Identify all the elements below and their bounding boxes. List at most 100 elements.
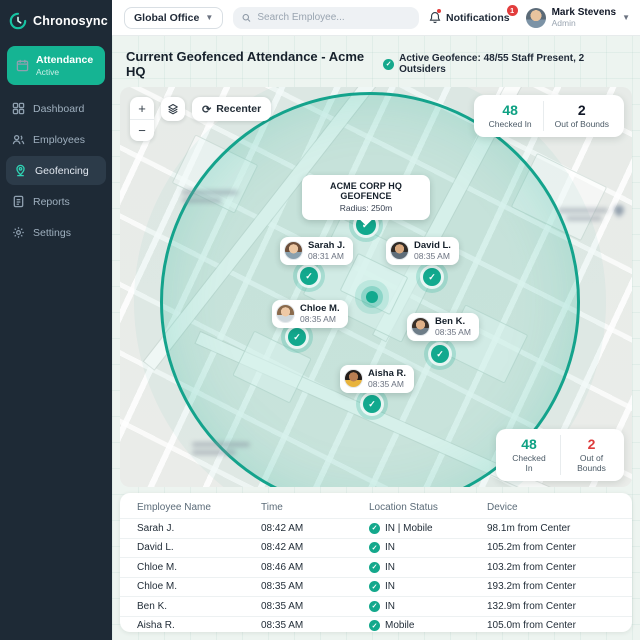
checked-in-stat: 48 Checked In <box>478 101 543 131</box>
avatar <box>411 317 430 337</box>
zoom-control: + − <box>130 97 154 141</box>
pin-name: Chloe M. <box>300 303 340 314</box>
cell-time: 08:35 AM <box>261 620 304 632</box>
search-input[interactable] <box>257 12 410 23</box>
recenter-button[interactable]: ⟳ Recenter <box>192 97 272 121</box>
blurred-map-label <box>192 439 252 458</box>
map-controls: + − ⟳ Recenter <box>130 97 272 141</box>
sidebar-item-employees[interactable]: Employees <box>0 125 112 154</box>
geofence-label: ACME CORP HQ GEOFENCE Radius: 250m <box>302 175 430 220</box>
out-of-bounds-value: 2 <box>577 102 586 118</box>
geofence-status-text: Active Geofence: 48/55 Staff Present, 2 … <box>399 53 585 75</box>
topbar-right: Notifications 1 Mark Stevens Admin ▼ <box>429 5 630 28</box>
cell-device: 105.0m from Center <box>487 620 576 632</box>
blurred-map-label <box>558 202 627 224</box>
notifications-label: Notifications <box>446 11 510 24</box>
col-header-time: Time <box>261 501 283 513</box>
cell-name: Chloe M. <box>137 561 178 573</box>
page-title: Current Geofenced Attendance - Acme HQ <box>126 49 365 79</box>
avatar <box>390 241 409 261</box>
sidebar-item-attendance[interactable]: Attendance Active <box>7 46 105 85</box>
sidebar-item-geofencing[interactable]: Geofencing <box>6 156 106 185</box>
check-circle-icon: ✓ <box>369 542 380 554</box>
col-header-employee: Employee Name <box>137 501 211 513</box>
user-menu[interactable]: Mark Stevens Admin ▼ <box>525 7 630 28</box>
cell-name: David L. <box>137 542 174 554</box>
cell-time: 08:35 AM <box>261 581 304 593</box>
table-header-row: Employee Name Time Location Status Devic… <box>120 496 632 518</box>
layers-icon <box>168 103 178 115</box>
page-header: Current Geofenced Attendance - Acme HQ ✓… <box>112 36 640 87</box>
zoom-in-button[interactable]: + <box>130 97 154 119</box>
cell-time: 08:35 AM <box>261 600 304 612</box>
checkin-marker: ✓ <box>288 328 306 346</box>
stats-card-top: 48 Checked In 2 Out of Bounds <box>473 95 624 138</box>
cell-status: ✓ IN <box>369 561 487 573</box>
geofence-center-dot <box>366 291 378 303</box>
office-selector-label: Global Office <box>134 11 200 24</box>
clock-logo-icon <box>9 12 27 30</box>
cell-name: Sarah J. <box>137 522 175 534</box>
layers-button[interactable] <box>161 97 185 121</box>
pin-name: Sarah J. <box>308 240 345 251</box>
sidebar-item-label: Settings <box>33 226 71 239</box>
sidebar-item-label: Reports <box>33 195 70 208</box>
avatar <box>276 304 295 324</box>
out-of-bounds-stat: 2 Out of Bounds <box>560 434 622 475</box>
table-row: Sarah J. 08:42 AM ✓ IN | Mobile 98.1m fro… <box>120 518 632 538</box>
checked-in-label: Checked In <box>488 119 532 130</box>
table-row: Chloe M. 08:35 AM ✓ IN 193.2m from Center <box>120 576 632 597</box>
table-row: Ben K. 08:35 AM ✓ IN 132.9m from Center <box>120 596 632 616</box>
cell-device: 132.9m from Center <box>487 600 576 612</box>
out-of-bounds-stat: 2 Out of Bounds <box>542 101 620 132</box>
sidebar-item-label: Employees <box>33 133 85 146</box>
search-box[interactable] <box>233 6 419 29</box>
cell-time: 08:42 AM <box>261 522 304 534</box>
check-circle-icon: ✓ <box>369 561 380 573</box>
pin-name: Aisha R. <box>368 368 407 379</box>
map[interactable]: + − ⟳ Recenter 48 Checked In 2 Out of Bo… <box>120 87 632 487</box>
employee-pin-ben[interactable]: Ben K. 08:35 AM <box>407 313 479 341</box>
sidebar-item-label: Geofencing <box>35 164 89 177</box>
pin-time: 08:31 AM <box>308 251 344 262</box>
bell-alert-dot <box>437 9 441 13</box>
map-pin-icon <box>14 164 27 177</box>
geofence-circle <box>160 92 580 487</box>
people-icon <box>12 133 25 146</box>
notifications-button[interactable]: Notifications 1 <box>429 5 518 24</box>
cell-device: 103.2m from Center <box>487 561 576 573</box>
office-selector[interactable]: Global Office ▼ <box>124 6 224 29</box>
recenter-label: Recenter <box>216 103 262 115</box>
checked-in-value: 48 <box>502 102 518 118</box>
sidebar-item-label: Attendance <box>36 54 94 66</box>
cell-status: ✓ IN <box>369 600 487 612</box>
table-row: Chloe M. 08:46 AM ✓ IN 103.2m from Center <box>120 557 632 577</box>
checkin-marker: ✓ <box>423 268 441 286</box>
check-circle-icon: ✓ <box>369 600 380 612</box>
cell-status: ✓ IN <box>369 581 487 593</box>
pin-name: Ben K. <box>435 316 466 327</box>
zoom-out-button[interactable]: − <box>130 119 154 141</box>
employee-pin-sarah[interactable]: Sarah J. 08:31 AM <box>280 237 353 265</box>
pin-time: 08:35 AM <box>414 251 450 262</box>
gear-icon <box>12 226 25 239</box>
topbar: Global Office ▼ Notifications <box>112 0 640 36</box>
attendance-table: Employee Name Time Location Status Devic… <box>120 493 632 632</box>
out-of-bounds-label: Out of Bounds <box>577 453 606 473</box>
employee-pin-aisha[interactable]: Aisha R. 08:35 AM <box>340 365 415 393</box>
app-window: Chronosync Attendance Active Dashboard E… <box>0 0 640 640</box>
sidebar-item-reports[interactable]: Reports <box>0 187 112 216</box>
sidebar-item-dashboard[interactable]: Dashboard <box>0 94 112 123</box>
sidebar-item-settings[interactable]: Settings <box>0 218 112 247</box>
employee-pin-david[interactable]: David L. 08:35 AM <box>386 237 459 265</box>
brand-logo: Chronosync <box>0 0 112 44</box>
check-circle-icon: ✓ <box>369 522 380 534</box>
dashboard-grid-icon <box>12 102 25 115</box>
check-circle-icon: ✓ <box>369 620 380 632</box>
cell-name: Aisha R. <box>137 620 175 632</box>
sidebar-item-label: Dashboard <box>33 102 85 115</box>
checked-in-stat: 48 Checked In <box>498 435 560 475</box>
sidebar: Chronosync Attendance Active Dashboard E… <box>0 0 112 640</box>
employee-pin-chloe[interactable]: Chloe M. 08:35 AM <box>272 300 348 328</box>
cell-status: ✓ IN | Mobile <box>369 522 487 534</box>
